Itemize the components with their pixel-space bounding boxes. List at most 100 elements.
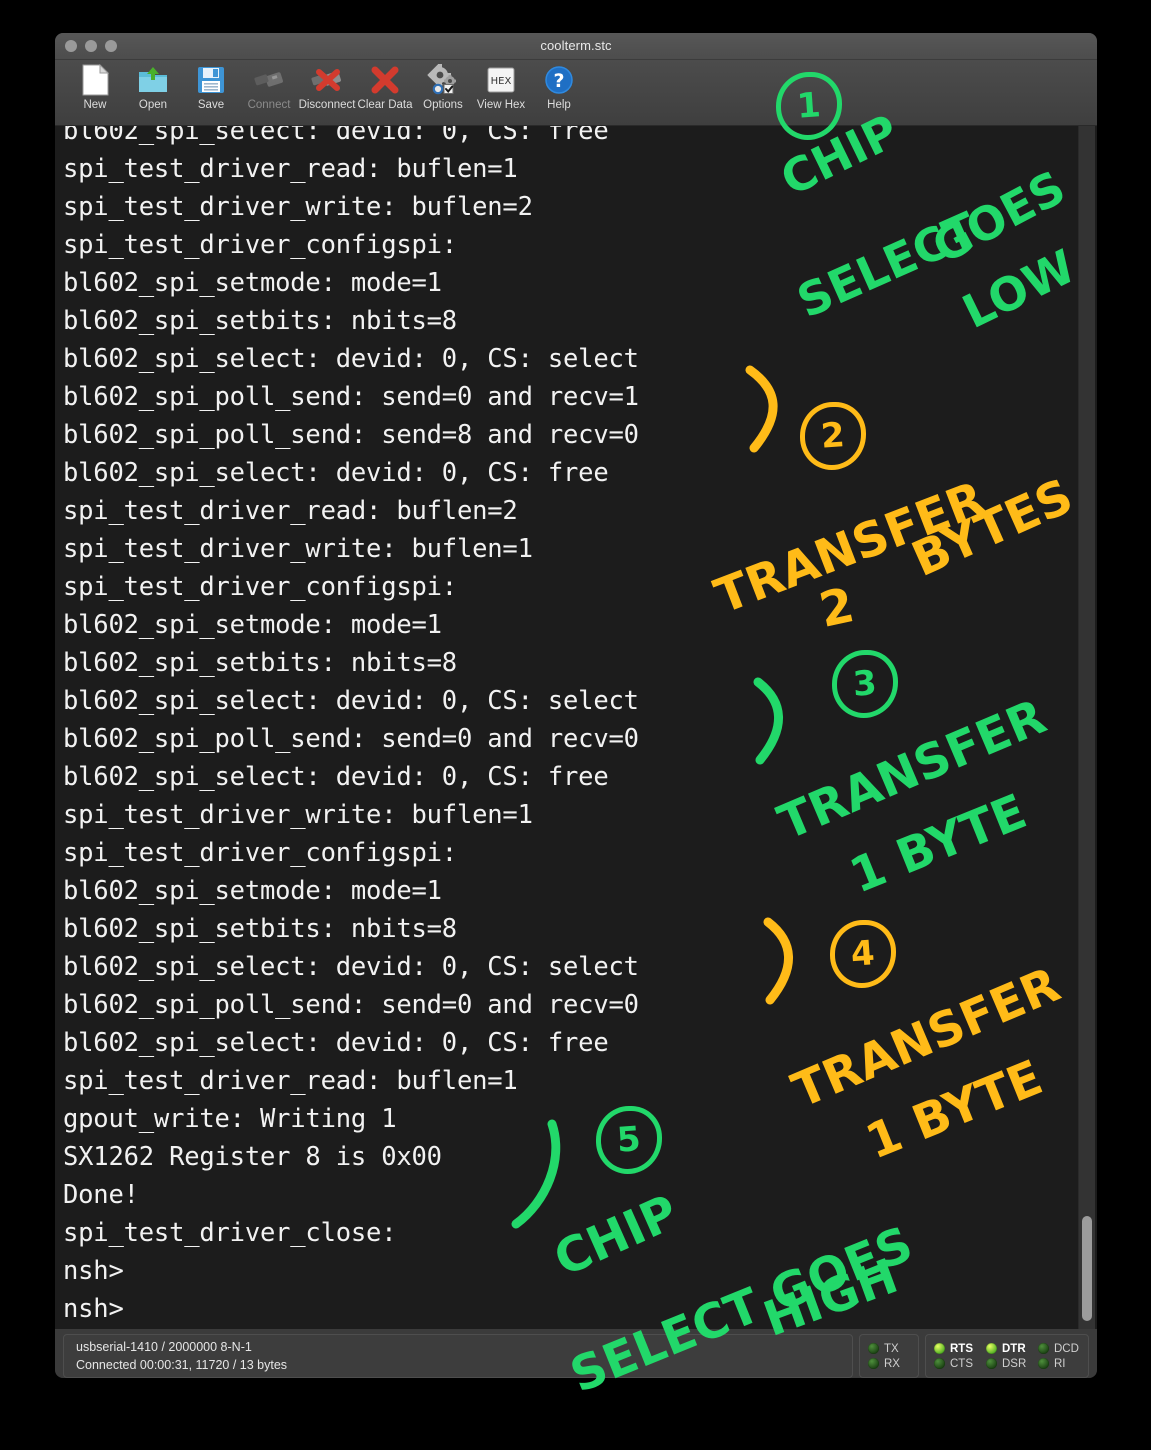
terminal-line: spi_test_driver_read: buflen=2 (63, 496, 518, 526)
view-hex-button[interactable]: HEX View Hex (473, 63, 529, 111)
connection-status-text: Connected 00:00:31, 11720 / 13 bytes (76, 1358, 288, 1372)
rts-cts-column: RTS CTS (934, 1343, 976, 1370)
terminal-line: spi_test_driver_configspi: (63, 230, 457, 260)
port-settings-text: usbserial-1410 / 2000000 8-N-1 (76, 1340, 252, 1354)
terminal-line: spi_test_driver_configspi: (63, 838, 457, 868)
new-button-label: New (83, 99, 107, 111)
dtr-led-row: DTR (986, 1343, 1028, 1355)
help-button[interactable]: ? Help (531, 63, 587, 111)
tx-led-label: TX (884, 1342, 899, 1355)
gears-icon (427, 63, 459, 97)
rx-led-indicator (868, 1358, 879, 1369)
usb-plug-x-icon (310, 63, 344, 97)
terminal-line: Done! (63, 1180, 139, 1210)
options-button[interactable]: Options (415, 63, 471, 111)
clear-data-button[interactable]: Clear Data (357, 63, 413, 111)
terminal-line: bl602_spi_select: devid: 0, CS: free (63, 458, 609, 488)
terminal-line: spi_test_driver_close: (63, 1218, 397, 1248)
ri-led-row: RI (1038, 1358, 1080, 1370)
open-folder-icon (137, 63, 169, 97)
dsr-led-row: DSR (986, 1358, 1028, 1370)
connect-button-label: Connect (247, 99, 291, 111)
options-button-label: Options (423, 99, 463, 111)
new-document-icon (81, 63, 109, 97)
open-button[interactable]: Open (125, 63, 181, 111)
dsr-led-indicator (986, 1358, 997, 1369)
terminal-line: SX1262 Register 8 is 0x00 (63, 1142, 442, 1172)
terminal-line: spi_test_driver_read: buflen=1 (63, 154, 518, 184)
cts-led-row: CTS (934, 1358, 976, 1370)
terminal-line: bl602_spi_select: devid: 0, CS: free (63, 762, 609, 792)
clear-data-button-label: Clear Data (357, 99, 413, 111)
terminal-scrollbar-thumb[interactable] (1082, 1216, 1092, 1321)
dsr-led-label: DSR (1002, 1357, 1027, 1370)
terminal-line: bl602_spi_poll_send: send=8 and recv=0 (63, 420, 639, 450)
terminal-line: bl602_spi_poll_send: send=0 and recv=0 (63, 990, 639, 1020)
terminal-output[interactable]: bl602_spi_select: devid: 0, CS: free spi_… (55, 126, 1097, 1329)
terminal-line: bl602_spi_setbits: nbits=8 (63, 306, 457, 336)
dcd-ri-column: DCD RI (1038, 1343, 1080, 1370)
dcd-led-indicator (1038, 1343, 1049, 1354)
open-button-label: Open (138, 99, 168, 111)
terminal-line: bl602_spi_select: devid: 0, CS: select (63, 344, 639, 374)
terminal-line: bl602_spi_setbits: nbits=8 (63, 648, 457, 678)
terminal-line: spi_test_driver_configspi: (63, 572, 457, 602)
tx-led-row: TX (868, 1343, 910, 1355)
terminal-line: bl602_spi_poll_send: send=0 and recv=1 (63, 382, 639, 412)
cts-led-label: CTS (950, 1357, 973, 1370)
dtr-dsr-column: DTR DSR (986, 1343, 1028, 1370)
new-button[interactable]: New (67, 63, 123, 111)
dtr-led-indicator (986, 1343, 997, 1354)
terminal-line: bl602_spi_select: devid: 0, CS: free (63, 1028, 609, 1058)
terminal-line: bl602_spi_setmode: mode=1 (63, 876, 442, 906)
terminal-line: bl602_spi_setmode: mode=1 (63, 268, 442, 298)
save-button-label: Save (197, 99, 225, 111)
floppy-disk-icon (196, 63, 226, 97)
terminal-line: bl602_spi_setmode: mode=1 (63, 610, 442, 640)
terminal-line: spi_test_driver_read: buflen=1 (63, 1066, 518, 1096)
help-button-label: Help (547, 99, 571, 111)
main-toolbar: New Open Save Connect Disconnect Clear D… (55, 60, 1097, 126)
dcd-led-label: DCD (1054, 1342, 1079, 1355)
coolterm-window: coolterm.stc New Open Save Connect Disco… (55, 33, 1097, 1378)
terminal-line: spi_test_driver_write: buflen=1 (63, 534, 533, 564)
svg-text:?: ? (553, 70, 564, 92)
save-button[interactable]: Save (183, 63, 239, 111)
data-led-group: TX RX (859, 1334, 919, 1378)
cts-led-indicator (934, 1358, 945, 1369)
view-hex-button-label: View Hex (476, 99, 526, 111)
rts-led-indicator (934, 1343, 945, 1354)
terminal-line: bl602_spi_select: devid: 0, CS: select (63, 952, 639, 982)
tx-led-indicator (868, 1343, 879, 1354)
dtr-led-label: DTR (1002, 1342, 1026, 1355)
terminal-line: spi_test_driver_write: buflen=1 (63, 800, 533, 830)
usb-plug-icon (253, 63, 285, 97)
app-root: coolterm.stc New Open Save Connect Disco… (0, 0, 1151, 1450)
rts-led-row: RTS (934, 1343, 976, 1355)
rx-led-label: RX (884, 1357, 900, 1370)
disconnect-button-label: Disconnect (298, 99, 356, 111)
ri-led-label: RI (1054, 1357, 1066, 1370)
status-bar: usbserial-1410 / 2000000 8-N-1 Connected… (55, 1329, 1097, 1378)
terminal-scrollbar[interactable] (1078, 126, 1095, 1329)
terminal-line: bl602_spi_select: devid: 0, CS: select (63, 686, 639, 716)
dcd-led-row: DCD (1038, 1343, 1080, 1355)
terminal-line-list: bl602_spi_select: devid: 0, CS: free spi_… (63, 126, 1075, 1328)
hex-icon: HEX (486, 63, 516, 97)
rts-led-label: RTS (950, 1342, 973, 1355)
connection-info-pane: usbserial-1410 / 2000000 8-N-1 Connected… (63, 1334, 853, 1378)
terminal-line: bl602_spi_select: devid: 0, CS: free (63, 126, 609, 146)
txrx-led-column: TX RX (868, 1343, 910, 1370)
terminal-line: nsh> (63, 1256, 124, 1286)
terminal-line: spi_test_driver_write: buflen=2 (63, 192, 533, 222)
connect-button[interactable]: Connect (241, 63, 297, 111)
terminal-line: nsh> (63, 1294, 124, 1324)
red-x-icon (370, 63, 400, 97)
svg-text:HEX: HEX (491, 76, 512, 87)
terminal-line: gpout_write: Writing 1 (63, 1104, 397, 1134)
window-title: coolterm.stc (540, 38, 612, 53)
signal-led-group: RTS CTS DTR DSR DCD RI (925, 1334, 1089, 1378)
question-mark-icon: ? (544, 63, 574, 97)
disconnect-button[interactable]: Disconnect (299, 63, 355, 111)
window-titlebar[interactable]: coolterm.stc (55, 33, 1097, 60)
